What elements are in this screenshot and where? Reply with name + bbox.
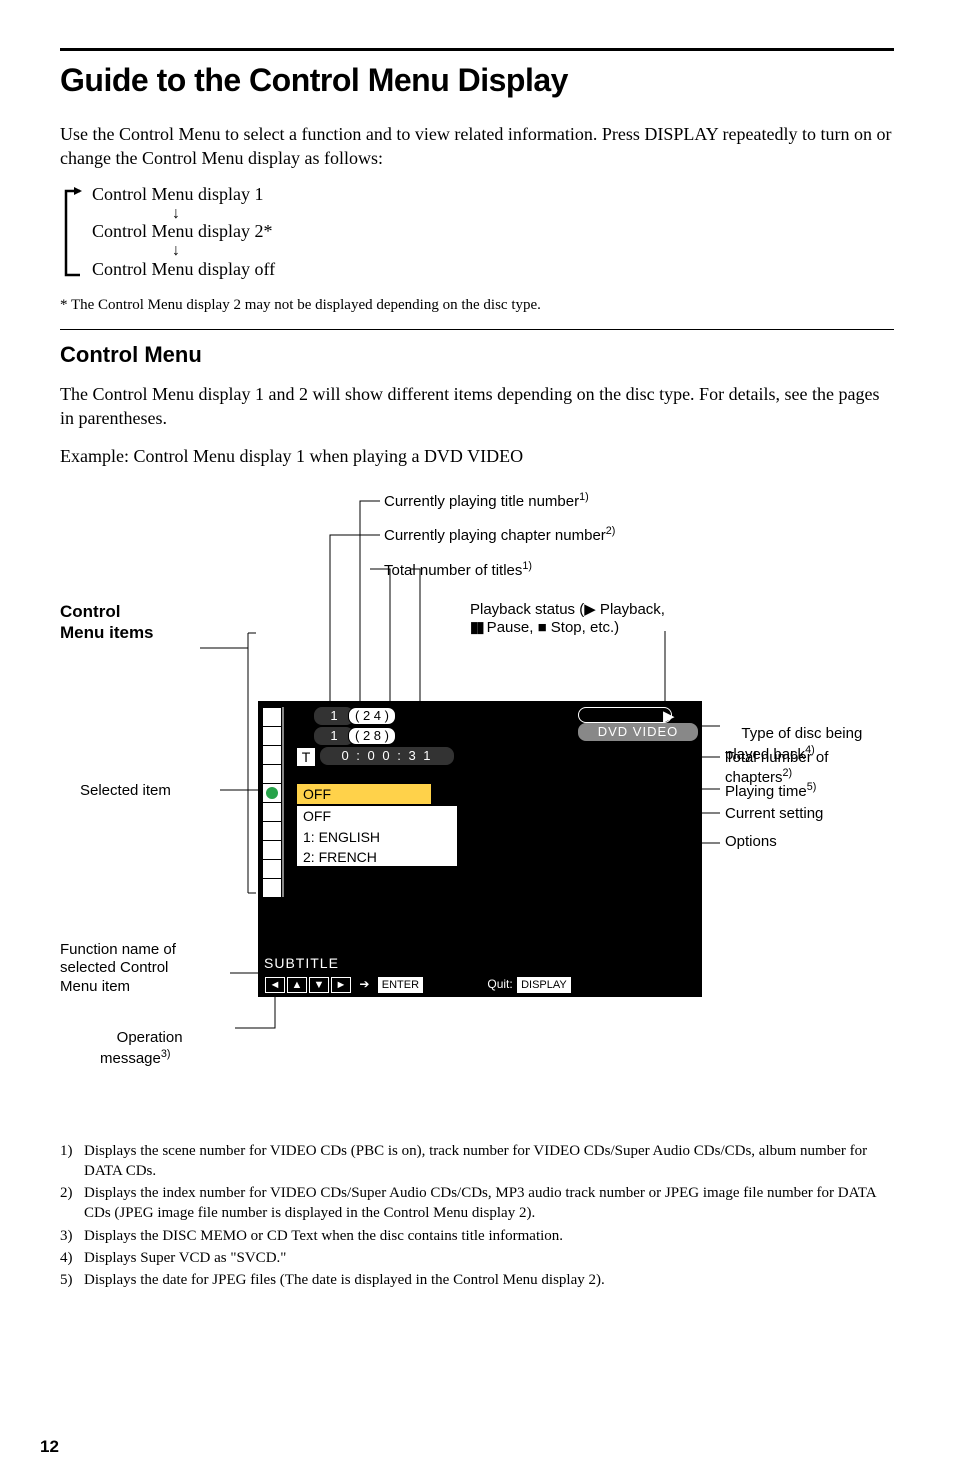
nav-up-icon: ▲ [287, 977, 307, 993]
page-number: 12 [40, 1436, 59, 1459]
osd-option-off: OFF [297, 806, 457, 827]
star-footnote: * The Control Menu display 2 may not be … [60, 295, 894, 315]
section-para-2: Example: Control Menu display 1 when pla… [60, 444, 894, 468]
osd-function-name: SUBTITLE [264, 954, 339, 973]
control-menu-figure: Currently playing title number1) Current… [60, 483, 894, 1123]
label-playback-status: Playback status (▶ Playback, ▮▮ Pause, ■… [470, 601, 730, 639]
osd-option-lang2: 2: FRENCH [297, 847, 457, 868]
label-total-titles: Total number of titles1) [384, 560, 532, 581]
arrow-down-icon: ↓ [92, 205, 275, 223]
osd-time-prefix: T [296, 747, 316, 767]
pause-icon: ▮▮ [470, 619, 483, 636]
label-options: Options [725, 833, 777, 852]
osd-option-lang1: 1: ENGLISH [297, 827, 457, 848]
flow-loop-bracket [60, 185, 84, 281]
enter-key: ENTER [378, 977, 423, 993]
label-selected-item: Selected item [80, 782, 171, 801]
nav-right-icon: ► [331, 977, 351, 993]
osd-time: 0 : 0 0 : 3 1 [320, 747, 454, 765]
osd-dropdown: OFF 1: ENGLISH 2: FRENCH [296, 805, 458, 867]
flow-step-3: Control Menu display off [92, 260, 275, 280]
osd-disc-type: DVD VIDEO [578, 723, 698, 741]
page-title: Guide to the Control Menu Display [60, 59, 894, 102]
footnote-5: Displays the date for JPEG files (The da… [84, 1270, 605, 1290]
section-para-1: The Control Menu display 1 and 2 will sh… [60, 382, 894, 431]
footnote-1: Displays the scene number for VIDEO CDs … [84, 1141, 894, 1182]
intro-paragraph: Use the Control Menu to select a functio… [60, 122, 894, 171]
osd-operation-hint: ◄▲▼► ➔ ENTER Quit: DISPLAY [264, 976, 572, 993]
osd-selected-icon [262, 783, 282, 803]
label-cur-title: Currently playing title number1) [384, 491, 589, 512]
label-cur-chapter: Currently playing chapter number2) [384, 525, 615, 546]
footnote-2: Displays the index number for VIDEO CDs/… [84, 1183, 894, 1224]
label-function-name: Function name of selected Control Menu i… [60, 941, 176, 997]
arrow-down-icon: ↓ [92, 242, 275, 260]
arrow-right-icon: ➔ [359, 977, 369, 991]
osd-selected-value: OFF [296, 783, 432, 805]
nav-left-icon: ◄ [265, 977, 285, 993]
label-operation-message: Operation message3) [100, 1011, 183, 1088]
play-icon: ▶ [584, 601, 596, 618]
flow-step-2: Control Menu display 2* [92, 222, 275, 242]
flow-step-1: Control Menu display 1 [92, 185, 275, 205]
display-key: DISPLAY [517, 977, 571, 993]
footnote-3: Displays the DISC MEMO or CD Text when t… [84, 1226, 563, 1246]
stop-icon: ■ [538, 619, 547, 636]
label-current-setting: Current setting [725, 805, 823, 824]
section-heading: Control Menu [60, 340, 894, 370]
footnote-4: Displays Super VCD as "SVCD." [84, 1248, 286, 1268]
osd-title-total: ( 2 4 ) [348, 707, 396, 725]
nav-down-icon: ▼ [309, 977, 329, 993]
osd-chapter-total: ( 2 8 ) [348, 727, 396, 745]
flow-diagram: Control Menu display 1 ↓ Control Menu di… [60, 185, 894, 281]
label-control-menu-items: Control Menu items [60, 601, 154, 644]
osd-screen: 1 ( 2 4 ) 1 ( 2 8 ) T 0 : 0 0 : 3 1 ▶ DV… [258, 701, 702, 997]
footnotes: 1)Displays the scene number for VIDEO CD… [60, 1141, 894, 1291]
label-playing-time: Playing time5) [725, 781, 816, 802]
